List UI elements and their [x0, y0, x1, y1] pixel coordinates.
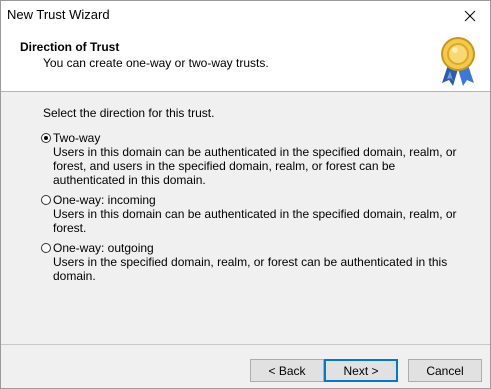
window-title: New Trust Wizard: [7, 7, 110, 22]
footer-divider: [1, 344, 490, 345]
option-label: Two-way: [53, 131, 101, 145]
option-description: Users in this domain can be authenticate…: [53, 207, 457, 235]
option-label: One-way: outgoing: [53, 241, 154, 255]
direction-prompt: Select the direction for this trust.: [43, 106, 215, 120]
option-two-way[interactable]: Two-way Users in this domain can be auth…: [41, 131, 461, 187]
radio-one-way-outgoing[interactable]: One-way: outgoing: [41, 241, 461, 255]
wizard-window: New Trust Wizard Direction of Trust You …: [0, 0, 491, 389]
close-icon: [464, 10, 476, 22]
option-description: Users in this domain can be authenticate…: [53, 145, 457, 187]
title-bar: New Trust Wizard: [1, 1, 490, 31]
radio-button-checked[interactable]: [41, 133, 51, 143]
option-one-way-incoming[interactable]: One-way: incoming Users in this domain c…: [41, 193, 461, 235]
radio-one-way-incoming[interactable]: One-way: incoming: [41, 193, 461, 207]
page-title: Direction of Trust: [20, 40, 120, 54]
radio-two-way[interactable]: Two-way: [41, 131, 461, 145]
option-one-way-outgoing[interactable]: One-way: outgoing Users in the specified…: [41, 241, 461, 283]
award-medal-icon: [441, 37, 475, 86]
cancel-button[interactable]: Cancel: [408, 359, 482, 382]
radio-button[interactable]: [41, 243, 51, 253]
radio-button[interactable]: [41, 195, 51, 205]
back-button[interactable]: < Back: [250, 359, 324, 382]
next-button[interactable]: Next >: [324, 359, 398, 382]
wizard-body: Select the direction for this trust. Two…: [1, 92, 490, 343]
page-subtitle: You can create one-way or two-way trusts…: [43, 56, 269, 70]
option-description: Users in the specified domain, realm, or…: [53, 255, 448, 283]
wizard-header: Direction of Trust You can create one-wa…: [1, 31, 490, 92]
option-label: One-way: incoming: [53, 193, 156, 207]
close-button[interactable]: [450, 1, 490, 31]
